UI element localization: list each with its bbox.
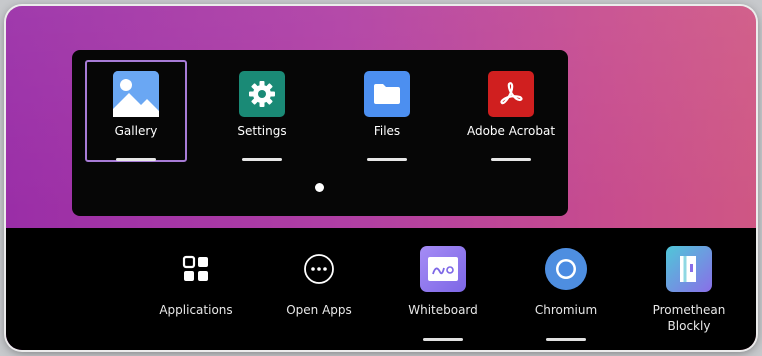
app-underline bbox=[491, 158, 531, 161]
gear-icon bbox=[239, 71, 285, 117]
ellipsis-circle-icon bbox=[296, 246, 342, 292]
dock-item-whiteboard[interactable]: Whiteboard bbox=[393, 246, 493, 350]
dock-item-chromium[interactable]: Chromium bbox=[516, 246, 616, 350]
dock-label-open-apps: Open Apps bbox=[286, 303, 352, 317]
chromium-icon bbox=[543, 246, 589, 292]
app-underline bbox=[367, 158, 407, 161]
page-indicator-dot[interactable] bbox=[315, 183, 324, 192]
app-label-files: Files bbox=[373, 124, 401, 138]
dock-running-indicator bbox=[423, 338, 463, 341]
promethean-blockly-icon bbox=[666, 246, 712, 292]
dock-label-whiteboard: Whiteboard bbox=[408, 303, 478, 317]
dock-item-applications[interactable]: Applications bbox=[146, 246, 246, 350]
dock-label-promethean-blockly: Promethean Blockly bbox=[652, 303, 726, 333]
acrobat-icon bbox=[488, 71, 534, 117]
app-label-gallery: Gallery bbox=[114, 124, 158, 138]
app-underline bbox=[116, 158, 156, 161]
dock-label-chromium: Chromium bbox=[534, 303, 598, 317]
grid-icon bbox=[173, 246, 219, 292]
app-tile-files[interactable]: Files bbox=[336, 60, 438, 162]
app-label-adobe-acrobat: Adobe Acrobat bbox=[466, 124, 556, 138]
app-label-settings: Settings bbox=[237, 124, 287, 138]
app-launcher-panel: Gallery Settings Files Adobe Acrobat bbox=[72, 50, 568, 216]
app-underline bbox=[242, 158, 282, 161]
gallery-icon bbox=[113, 71, 159, 117]
dock-label-applications: Applications bbox=[159, 303, 233, 317]
taskbar-dock: Applications Open Apps Whiteboard Chromi… bbox=[6, 228, 756, 350]
screen-frame: Gallery Settings Files Adobe Acrobat App… bbox=[6, 6, 756, 350]
dock-item-open-apps[interactable]: Open Apps bbox=[269, 246, 369, 350]
app-tile-gallery[interactable]: Gallery bbox=[85, 60, 187, 162]
dock-running-indicator bbox=[546, 338, 586, 341]
folder-icon bbox=[364, 71, 410, 117]
app-tile-settings[interactable]: Settings bbox=[211, 60, 313, 162]
app-tile-adobe-acrobat[interactable]: Adobe Acrobat bbox=[460, 60, 562, 162]
whiteboard-icon bbox=[420, 246, 466, 292]
dock-item-promethean-blockly[interactable]: Promethean Blockly bbox=[639, 246, 739, 350]
